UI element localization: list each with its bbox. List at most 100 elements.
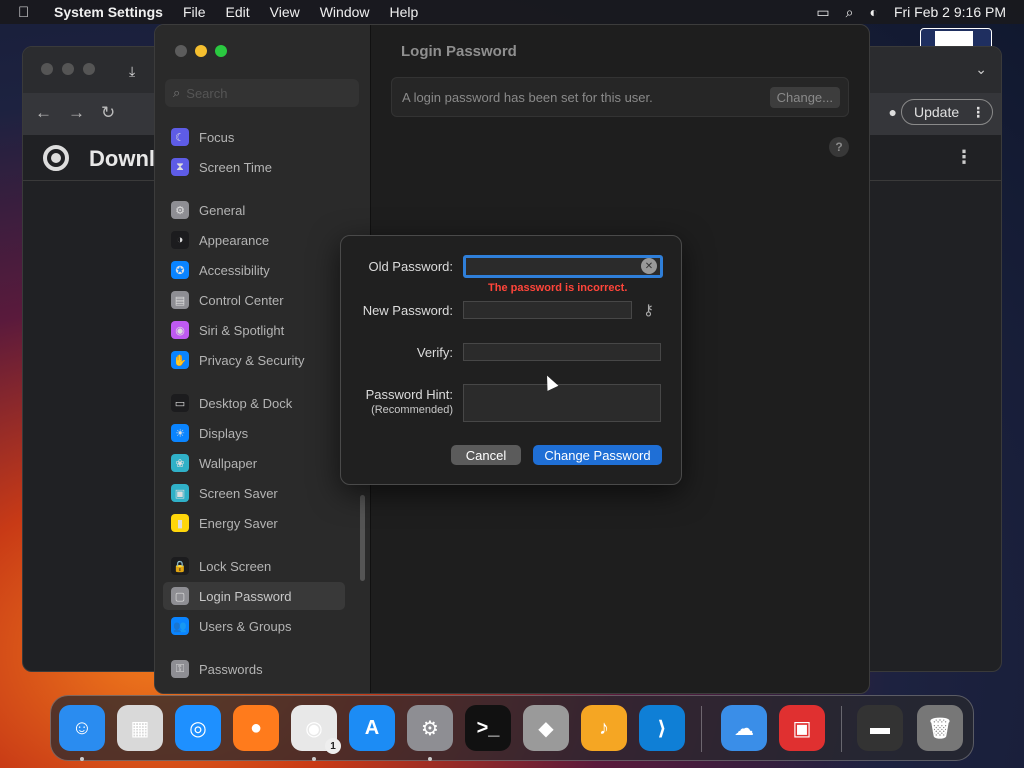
finder-icon[interactable]: ☺	[59, 705, 105, 751]
sidebar-item-label: Screen Saver	[199, 485, 278, 501]
sidebar-item-focus[interactable]: ☾ Focus	[163, 123, 345, 151]
sidebar-item-label: Login Password	[199, 588, 292, 604]
sidebar-item-energy-saver[interactable]: ▮ Energy Saver	[163, 509, 345, 537]
chevron-down-icon[interactable]: ⌄	[975, 61, 987, 78]
terminal-icon[interactable]: >_	[465, 705, 511, 751]
sidebar-item-login-password[interactable]: ▢ Login Password	[163, 582, 345, 610]
appearance-icon: ◑	[171, 231, 189, 249]
old-password-field[interactable]	[463, 255, 663, 278]
search-input[interactable]	[186, 85, 337, 101]
page-more-icon[interactable]: ⋮	[955, 147, 973, 168]
firefox-icon[interactable]: ●	[233, 705, 279, 751]
sidebar-item-users-groups[interactable]: 👥 Users & Groups	[163, 612, 345, 640]
sidebar-item-general[interactable]: ⚙ General	[163, 196, 345, 224]
stage-manager-icon[interactable]: ▭	[816, 4, 829, 21]
apple-menu-icon[interactable]: 	[18, 4, 40, 21]
running-indicator	[80, 757, 84, 761]
zoom-button[interactable]	[215, 45, 227, 57]
running-indicator	[312, 757, 316, 761]
menu-help[interactable]: Help	[390, 4, 419, 20]
sidebar-item-appearance[interactable]: ◑ Appearance	[163, 226, 345, 254]
system-settings-icon[interactable]: ⚙	[407, 705, 453, 751]
menu-clock[interactable]: Fri Feb 2 9:16 PM	[894, 4, 1006, 20]
sidebar-item-lock-screen[interactable]: 🔒 Lock Screen	[163, 552, 345, 580]
menu-file[interactable]: File	[183, 4, 206, 20]
sidebar-item-screen-saver[interactable]: ▣ Screen Saver	[163, 479, 345, 507]
page-title: Login Password	[401, 43, 517, 60]
wallpaper-icon: ❀	[171, 454, 189, 472]
launchpad-icon[interactable]: ▦	[117, 705, 163, 751]
trash-icon[interactable]: 🗑	[917, 705, 963, 751]
new-password-field[interactable]	[463, 301, 632, 319]
running-indicator	[428, 757, 432, 761]
spotlight-search-icon[interactable]: ⌕	[846, 4, 854, 21]
sidebar-item-desktop-dock[interactable]: ▭ Desktop & Dock	[163, 389, 345, 417]
vscode-icon[interactable]: ⟩	[639, 705, 685, 751]
downloads-stack-icon[interactable]: ▬	[857, 705, 903, 751]
sidebar-item-label: General	[199, 202, 246, 218]
sidebar-item-wallpaper[interactable]: ❀ Wallpaper	[163, 449, 345, 477]
users-icon: 👥	[171, 617, 189, 635]
dock: ☺ ▦ ◎ ● ◉ 1 A ⚙ >_ ◆ ♪ ⟩ ☁ ▣ ▬ 🗑	[50, 695, 974, 761]
forward-icon[interactable]: →	[68, 103, 85, 123]
control-center-icon[interactable]: ◐	[869, 4, 877, 20]
sidebar-item-displays[interactable]: ☀ Displays	[163, 419, 345, 447]
menu-window[interactable]: Window	[320, 4, 370, 20]
chrome-window-controls	[41, 63, 95, 75]
dock-separator	[701, 706, 702, 752]
weather-icon[interactable]: ☁	[721, 705, 767, 751]
safari-icon[interactable]: ◎	[175, 705, 221, 751]
sidebar-scrollbar[interactable]	[360, 495, 365, 581]
sidebar-item-label: Passwords	[199, 661, 263, 677]
reload-icon[interactable]: ↻	[101, 103, 115, 123]
close-button[interactable]	[175, 45, 187, 57]
boot-camp-icon[interactable]: ◆	[523, 705, 569, 751]
minimize-button[interactable]	[195, 45, 207, 57]
password-assistant-key-icon[interactable]: ⚷	[643, 301, 654, 319]
dock-icon: ▭	[171, 394, 189, 412]
lock-icon: 🔒	[171, 557, 189, 575]
window-controls	[175, 45, 227, 57]
help-icon[interactable]: ?	[829, 137, 849, 157]
menu-app-name[interactable]: System Settings	[54, 4, 163, 20]
verify-password-field[interactable]	[463, 343, 661, 361]
menu-edit[interactable]: Edit	[226, 4, 250, 20]
sidebar-item-screen-time[interactable]: ⧗ Screen Time	[163, 153, 345, 181]
cancel-button[interactable]: Cancel	[451, 445, 521, 465]
chrome-zoom-button[interactable]	[83, 63, 95, 75]
chrome-update-button[interactable]: Update ⋮	[901, 99, 993, 125]
profile-icon[interactable]: ●	[889, 104, 897, 120]
download-icon[interactable]: ⤓	[129, 63, 135, 80]
photo-booth-icon[interactable]: ▣	[779, 705, 825, 751]
change-password-button[interactable]: Change Password	[533, 445, 662, 465]
chrome-page-title: Downl	[89, 146, 155, 171]
sidebar-item-label: Accessibility	[199, 262, 270, 278]
chrome-icon[interactable]: ◉ 1	[291, 705, 341, 754]
chrome-logo-icon	[43, 145, 69, 171]
verify-label: Verify:	[416, 345, 453, 360]
change-button[interactable]: Change...	[769, 86, 840, 108]
app-store-icon[interactable]: A	[349, 705, 395, 751]
password-hint-field[interactable]	[463, 384, 661, 422]
old-password-label: Old Password:	[368, 259, 453, 274]
screen-saver-icon: ▣	[171, 484, 189, 502]
garageband-icon[interactable]: ♪	[581, 705, 627, 751]
sidebar-item-label: Privacy & Security	[199, 352, 305, 368]
sidebar-item-label: Desktop & Dock	[199, 395, 293, 411]
sidebar-item-siri-spotlight[interactable]: ◉ Siri & Spotlight	[163, 316, 345, 344]
sidebar-item-control-center[interactable]: ▤ Control Center	[163, 286, 345, 314]
sidebar-item-accessibility[interactable]: ✪ Accessibility	[163, 256, 345, 284]
menu-view[interactable]: View	[270, 4, 300, 20]
sidebar-search[interactable]: ⌕	[165, 79, 359, 107]
sidebar-item-privacy-security[interactable]: ✋ Privacy & Security	[163, 346, 345, 374]
sidebar-item-passwords[interactable]: ⚿ Passwords	[163, 655, 345, 683]
chrome-close-button[interactable]	[41, 63, 53, 75]
clear-field-icon[interactable]: ✕	[641, 258, 657, 274]
chrome-minimize-button[interactable]	[62, 63, 74, 75]
dock-separator	[841, 706, 842, 752]
moon-icon: ☾	[171, 128, 189, 146]
hand-icon: ✋	[171, 351, 189, 369]
sidebar-item-label: Appearance	[199, 232, 270, 248]
back-icon[interactable]: ←	[35, 103, 52, 123]
chrome-menu-icon[interactable]: ⋮	[971, 104, 985, 121]
